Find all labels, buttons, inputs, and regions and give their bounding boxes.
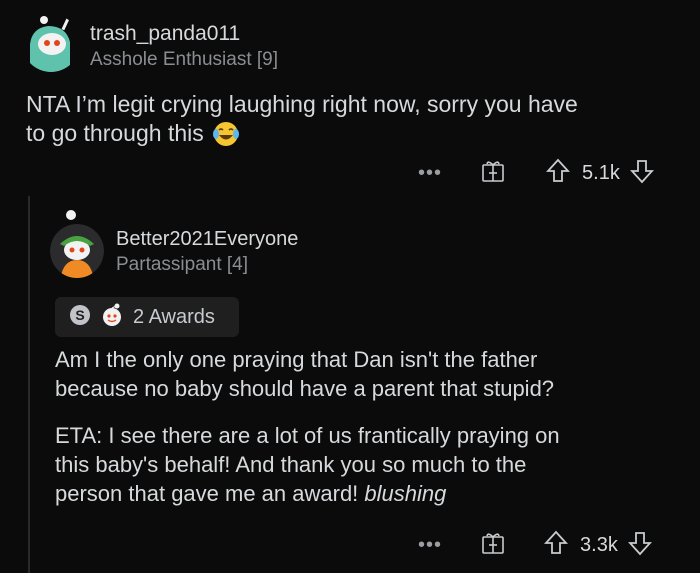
comment-body-line: to go through this — [26, 120, 204, 146]
comment-body: NTA I’m legit crying laughing right now,… — [26, 90, 686, 148]
laughing-crying-emoji-icon — [212, 120, 240, 148]
comment-body-line: this baby's behalf! And thank you so muc… — [55, 452, 527, 477]
downvote-icon[interactable] — [629, 158, 654, 189]
awards-pill[interactable]: S 2 Awards — [55, 297, 239, 337]
wholesome-award-icon — [99, 302, 125, 333]
snoo-avatar-icon — [22, 14, 80, 72]
comment-body-line: NTA I’m legit crying laughing right now,… — [26, 91, 578, 117]
comment-body: Am I the only one praying that Dan isn't… — [55, 345, 685, 508]
svg-text:S: S — [75, 307, 84, 323]
upvote-icon[interactable] — [543, 530, 569, 561]
comment-actions: ••• 3.3k — [418, 530, 652, 561]
give-award-icon[interactable] — [480, 158, 506, 189]
more-options-button[interactable]: ••• — [418, 534, 442, 557]
username[interactable]: Better2021Everyone — [116, 228, 298, 251]
user-flair: Asshole Enthusiast [9] — [90, 49, 278, 70]
avatar[interactable] — [50, 224, 104, 278]
give-award-icon[interactable] — [480, 530, 506, 561]
comment-body-line: because no baby should have a parent tha… — [55, 376, 555, 401]
username[interactable]: trash_panda011 — [90, 22, 240, 46]
italic-text: blushing — [364, 481, 447, 506]
comment-actions: ••• 5.1k — [418, 158, 654, 189]
vote-score: 3.3k — [580, 534, 618, 556]
silver-award-icon: S — [69, 304, 91, 331]
downvote-icon[interactable] — [627, 530, 652, 561]
snoo-antenna-icon — [66, 210, 76, 220]
comment-body-line: ETA: I see there are a lot of us frantic… — [55, 423, 560, 448]
upvote-icon[interactable] — [545, 158, 571, 189]
thread-line[interactable] — [28, 196, 30, 573]
more-options-button[interactable]: ••• — [418, 162, 442, 185]
user-flair: Partassipant [4] — [116, 254, 249, 275]
snoo-avatar-icon — [50, 224, 104, 278]
vote-score: 5.1k — [582, 162, 620, 184]
comment-body-line: Am I the only one praying that Dan isn't… — [55, 347, 538, 372]
awards-count: 2 Awards — [133, 305, 215, 328]
comment-body-line: person that gave me an award! — [55, 481, 359, 506]
avatar[interactable] — [22, 14, 80, 72]
